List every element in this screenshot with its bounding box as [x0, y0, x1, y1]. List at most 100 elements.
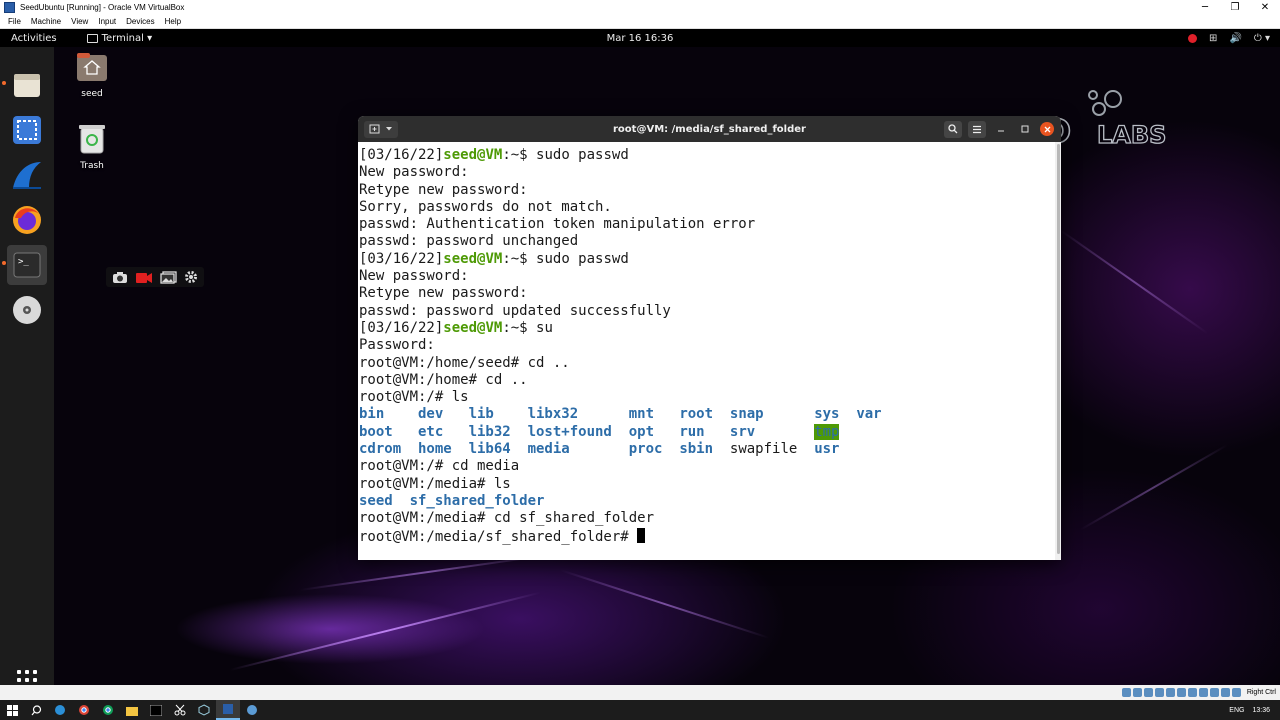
- terminal-maximize-button[interactable]: [1016, 120, 1034, 138]
- power-menu-icon[interactable]: ⏻ ▾: [1254, 33, 1270, 44]
- edge-icon: [55, 705, 65, 715]
- files-app-icon[interactable]: [7, 65, 47, 105]
- keyboard-status-icon[interactable]: [1231, 688, 1241, 697]
- prompt-date: [03/16/22]: [359, 250, 444, 267]
- scrollbar-thumb[interactable]: [1057, 144, 1060, 554]
- show-applications-button[interactable]: [17, 670, 37, 685]
- taskbar-app-snip[interactable]: [168, 700, 192, 720]
- terminal-header-buttons: [944, 120, 1054, 138]
- terminal-headerbar[interactable]: root@VM: /media/sf_shared_folder: [358, 116, 1061, 142]
- running-indicator: [2, 261, 6, 265]
- close-icon: [1044, 126, 1050, 132]
- minimize-button[interactable]: ─: [1190, 0, 1220, 15]
- gallery-icon[interactable]: [160, 270, 177, 284]
- menu-input[interactable]: Input: [98, 17, 116, 26]
- ls-entry: lost+found: [527, 423, 612, 440]
- optical-status-icon[interactable]: [1132, 688, 1142, 697]
- shared-folder-status-icon[interactable]: [1176, 688, 1186, 697]
- menu-file[interactable]: File: [8, 17, 21, 26]
- record-video-icon[interactable]: [135, 271, 153, 284]
- taskbar-app-cmd[interactable]: [144, 700, 168, 720]
- terminal-prompt-line[interactable]: root@VM:/media/sf_shared_folder#: [359, 527, 1055, 545]
- menu-machine[interactable]: Machine: [31, 17, 61, 26]
- firefox-app-icon[interactable]: [7, 200, 47, 240]
- terminal-line: Retype new password:: [359, 285, 528, 302]
- ls-entry: sbin: [679, 441, 714, 458]
- terminal-close-button[interactable]: [1040, 122, 1054, 136]
- recording-status-icon[interactable]: [1198, 688, 1208, 697]
- search-taskbar-button[interactable]: [24, 700, 48, 720]
- screenshot-app-icon[interactable]: [7, 110, 47, 150]
- terminal-app-icon[interactable]: >_: [7, 245, 47, 285]
- new-tab-button[interactable]: [364, 120, 398, 138]
- hdd-status-icon[interactable]: [1121, 688, 1131, 697]
- text-cursor: [637, 527, 646, 543]
- alert-icon[interactable]: [1188, 33, 1198, 43]
- ls-entry: opt: [628, 423, 655, 440]
- app-menu[interactable]: Terminal ▾: [86, 33, 152, 44]
- terminal-minimize-button[interactable]: [992, 120, 1010, 138]
- language-indicator[interactable]: ENG: [1229, 707, 1244, 714]
- ls-entry: var: [856, 406, 882, 423]
- taskbar-app-edge[interactable]: [48, 700, 72, 720]
- prompt-date: [03/16/22]: [359, 319, 444, 336]
- system-tray[interactable]: ⊞ 🔊 ⏻ ▾: [1188, 33, 1270, 44]
- network-icon[interactable]: ⊞: [1209, 33, 1217, 44]
- taskbar-app-network[interactable]: [192, 700, 216, 720]
- desktop-icon-trash[interactable]: Trash: [62, 123, 122, 171]
- desktop-icon-label: seed: [81, 89, 103, 99]
- hamburger-menu-button[interactable]: [968, 120, 986, 138]
- desktop-icon-home[interactable]: seed: [62, 52, 122, 99]
- menu-devices[interactable]: Devices: [126, 17, 154, 26]
- ls-entry: cdrom: [359, 441, 402, 458]
- dock: >_: [0, 47, 54, 685]
- taskbar-app-chrome-2[interactable]: [96, 700, 120, 720]
- terminal-mini-icon: [86, 33, 98, 43]
- host-key-label: Right Ctrl: [1246, 689, 1276, 696]
- settings-gear-icon[interactable]: [184, 270, 198, 284]
- desktop-icon-label: Trash: [80, 161, 104, 171]
- network-status-icon[interactable]: [1154, 688, 1164, 697]
- ls-entry: home: [418, 441, 452, 458]
- audio-status-icon[interactable]: [1143, 688, 1153, 697]
- start-button[interactable]: [0, 700, 24, 720]
- terminal-line: Sorry, passwords do not match.: [359, 198, 612, 215]
- prompt-user: seed@VM: [443, 250, 503, 267]
- taskbar-app-virtualbox[interactable]: [216, 700, 240, 720]
- mouse-status-icon[interactable]: [1220, 688, 1230, 697]
- cmd-icon: [150, 704, 162, 716]
- wireshark-app-icon[interactable]: [7, 155, 47, 195]
- clock[interactable]: Mar 16 16:36: [607, 33, 674, 44]
- terminal-scrollbar[interactable]: [1055, 142, 1061, 560]
- taskbar-clock[interactable]: 13:36: [1252, 707, 1270, 714]
- close-button[interactable]: ✕: [1250, 0, 1280, 15]
- wallpaper-streak: [229, 591, 541, 671]
- ls-entry: snap: [729, 406, 764, 423]
- activities-button[interactable]: Activities: [11, 33, 57, 44]
- terminal-line: passwd: password updated successfully: [359, 302, 671, 319]
- taskbar-app-chrome[interactable]: [72, 700, 96, 720]
- taskbar-app-explorer[interactable]: [120, 700, 144, 720]
- ls-output-row: seed sf_shared_folder: [359, 493, 1055, 510]
- volume-icon[interactable]: 🔊: [1229, 33, 1241, 44]
- prompt-user: seed@VM: [443, 319, 503, 336]
- taskbar-app-other[interactable]: [240, 700, 264, 720]
- terminal-line: Retype new password:: [359, 181, 528, 198]
- terminal-window[interactable]: root@VM: /media/sf_shared_folder [03/16/…: [358, 116, 1061, 560]
- menu-help[interactable]: Help: [165, 17, 181, 26]
- terminal-line: passwd: Authentication token manipulatio…: [359, 216, 756, 233]
- taskbar-tray: ENG 13:36: [1229, 707, 1270, 714]
- usb-status-icon[interactable]: [1165, 688, 1175, 697]
- search-button[interactable]: [944, 120, 962, 138]
- restore-button[interactable]: ❐: [1220, 0, 1250, 15]
- menu-view[interactable]: View: [71, 17, 88, 26]
- terminal-line: New password:: [359, 268, 469, 285]
- ls-entry: libx32: [527, 406, 579, 423]
- display-status-icon[interactable]: [1187, 688, 1197, 697]
- ls-entry: swapfile: [729, 441, 798, 458]
- prompt-user: seed@VM: [443, 147, 503, 163]
- cpu-status-icon[interactable]: [1209, 688, 1219, 697]
- terminal-output[interactable]: [03/16/22]seed@VM:~$ sudo passwd New pass…: [358, 142, 1055, 560]
- camera-icon[interactable]: [112, 271, 128, 284]
- disc-drive-icon[interactable]: [7, 290, 47, 330]
